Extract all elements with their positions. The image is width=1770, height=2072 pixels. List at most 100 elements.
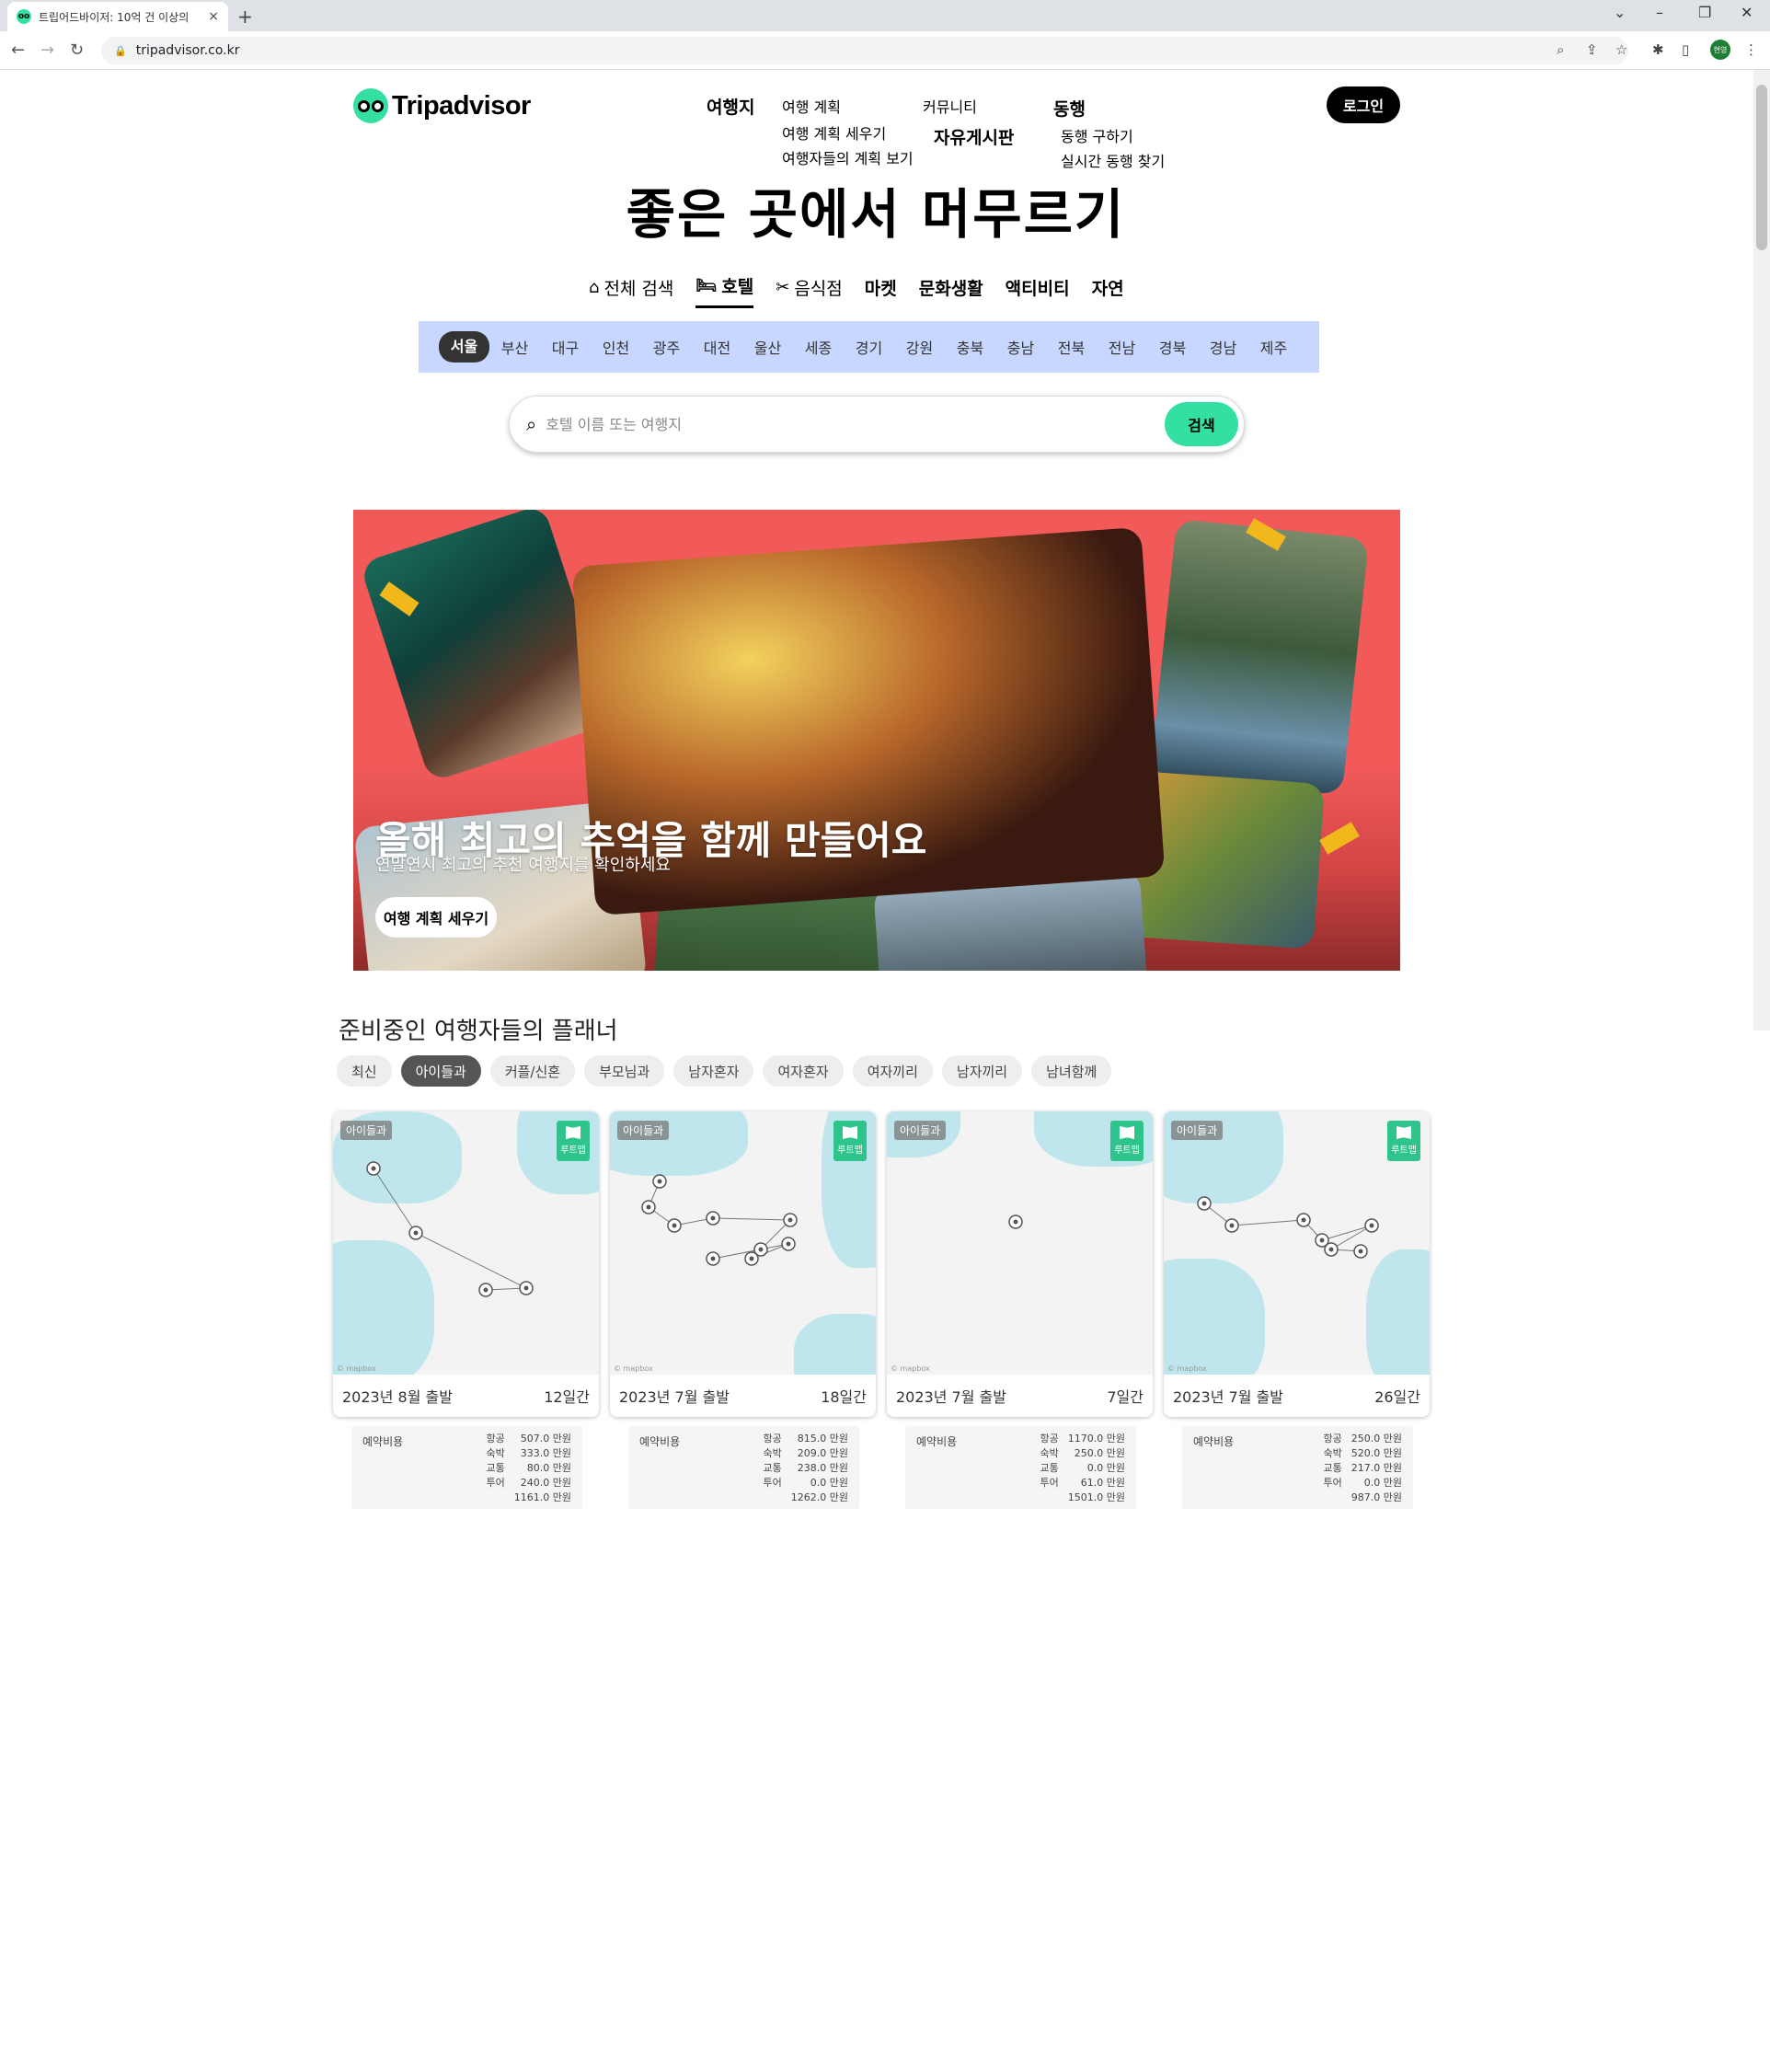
nav-community[interactable]: 커뮤니티 <box>923 95 977 117</box>
close-tab-icon[interactable]: × <box>208 9 219 24</box>
cost-category: 교통 <box>1040 1462 1059 1474</box>
cost-category: 투어 <box>1040 1477 1059 1489</box>
nav-companion[interactable]: 동행 <box>1053 96 1086 121</box>
planner-duration: 26일간 <box>1374 1388 1420 1406</box>
region-filter-bar: 서울 부산 대구 인천 광주 대전 울산 세종 경기 강원 충북 충남 전북 전… <box>419 321 1319 373</box>
restore-icon[interactable]: ❐ <box>1698 4 1711 21</box>
region-busan[interactable]: 부산 <box>489 336 540 358</box>
extensions-icon[interactable]: ✱ <box>1652 41 1664 58</box>
route-map: 아이들과 루트맵 © mapbox <box>333 1111 599 1375</box>
login-button[interactable]: 로그인 <box>1327 86 1400 123</box>
tab-restaurant[interactable]: ✂ 음식점 <box>776 273 843 308</box>
cost-category: 숙박 <box>486 1447 505 1459</box>
region-gyeongbuk[interactable]: 경북 <box>1147 336 1198 358</box>
profile-avatar[interactable]: 현영 <box>1710 40 1730 60</box>
menu-icon[interactable]: ⋮ <box>1744 41 1758 58</box>
search-input[interactable] <box>546 415 1165 433</box>
close-window-icon[interactable]: ✕ <box>1741 4 1753 21</box>
planner-filters: 최신 아이들과 커플/신혼 부모님과 남자혼자 여자혼자 여자끼리 남자끼리 남… <box>337 1055 1112 1087</box>
filter-female-solo[interactable]: 여자혼자 <box>763 1055 844 1087</box>
cost-amount: 80.0 만원 <box>526 1462 571 1474</box>
route-map-badge[interactable]: 루트맵 <box>1110 1121 1144 1161</box>
browser-tab[interactable]: oo 트립어드바이저: 10억 건 이상의 × <box>7 2 228 31</box>
tab-activity[interactable]: 액티비티 <box>1006 273 1070 308</box>
region-jeonbuk[interactable]: 전북 <box>1046 336 1097 358</box>
tab-hotel[interactable]: 🛏 호텔 <box>695 273 754 308</box>
cost-category: 항공 <box>763 1433 782 1445</box>
minimize-icon[interactable]: – <box>1656 4 1663 21</box>
cost-total: 1161.0 만원 <box>513 1491 571 1503</box>
region-seoul[interactable]: 서울 <box>439 331 489 363</box>
nav-plan-view[interactable]: 여행자들의 계획 보기 <box>782 146 914 168</box>
search-button[interactable]: 검색 <box>1165 402 1238 446</box>
share-icon[interactable]: ⇪ <box>1586 41 1598 58</box>
tripadvisor-logo[interactable]: Tripadvisor <box>353 88 531 123</box>
cost-label: 예약비용 <box>639 1435 681 1448</box>
region-gyeonggi[interactable]: 경기 <box>844 336 894 358</box>
region-sejong[interactable]: 세종 <box>793 336 844 358</box>
region-chungnam[interactable]: 충남 <box>995 336 1046 358</box>
planner-card[interactable]: 아이들과 루트맵 © mapbox 2023년 7월 출발 18일간 예약비용 … <box>610 1111 876 1509</box>
cost-amount: 250.0 만원 <box>1074 1447 1125 1459</box>
reload-icon[interactable]: ↻ <box>70 40 84 60</box>
nav-companion-live[interactable]: 실시간 동행 찾기 <box>1061 149 1165 171</box>
filter-couple[interactable]: 커플/신혼 <box>489 1055 576 1087</box>
banner-photo-fjord <box>1149 518 1370 796</box>
planner-card[interactable]: 아이들과 루트맵 © mapbox 2023년 7월 출발 26일간 예약비용 … <box>1164 1111 1430 1509</box>
bed-icon: 🛏 <box>695 276 718 295</box>
map-book-icon <box>843 1126 857 1139</box>
region-incheon[interactable]: 인천 <box>591 336 641 358</box>
cost-amount: 238.0 만원 <box>797 1462 848 1474</box>
planner-tag: 아이들과 <box>1171 1121 1224 1140</box>
nav-plan-make[interactable]: 여행 계획 세우기 <box>782 121 886 144</box>
region-chungbuk[interactable]: 충북 <box>945 336 995 358</box>
back-icon[interactable]: ← <box>11 40 25 60</box>
nav-board[interactable]: 자유게시판 <box>934 124 1014 149</box>
scrollbar-thumb[interactable] <box>1756 85 1767 250</box>
tab-market[interactable]: 마켓 <box>865 273 897 308</box>
tab-nature[interactable]: 자연 <box>1092 273 1124 308</box>
zoom-icon[interactable]: ⌕ <box>1557 41 1564 58</box>
filter-with-kids[interactable]: 아이들과 <box>400 1055 481 1087</box>
nav-companion-find[interactable]: 동행 구하기 <box>1061 124 1133 146</box>
nav-destinations[interactable]: 여행지 <box>707 94 754 119</box>
cost-category: 교통 <box>1323 1462 1342 1474</box>
nav-plan[interactable]: 여행 계획 <box>782 95 841 117</box>
route-map-badge[interactable]: 루트맵 <box>557 1121 590 1161</box>
region-daejeon[interactable]: 대전 <box>692 336 742 358</box>
map-book-icon <box>566 1126 580 1139</box>
filter-mixed-group[interactable]: 남녀함께 <box>1031 1055 1112 1087</box>
plan-trip-button[interactable]: 여행 계획 세우기 <box>375 897 497 938</box>
cost-category: 숙박 <box>763 1447 782 1459</box>
region-jeonnam[interactable]: 전남 <box>1097 336 1147 358</box>
region-gwangju[interactable]: 광주 <box>641 336 692 358</box>
tab-search-icon[interactable]: ⌄ <box>1614 4 1626 21</box>
promo-banner[interactable]: 올해 최고의 추억을 함께 만들어요 연말연시 최고의 추천 여행지를 확인하세… <box>353 510 1400 971</box>
search-bar: ⌕ 검색 <box>509 396 1245 453</box>
map-attribution: © mapbox <box>614 1364 653 1373</box>
tab-culture[interactable]: 문화생활 <box>919 273 983 308</box>
region-daegu[interactable]: 대구 <box>540 336 591 358</box>
tab-all-search[interactable]: ⌂ 전체 검색 <box>589 273 673 308</box>
region-gangwon[interactable]: 강원 <box>894 336 945 358</box>
planner-card[interactable]: 아이들과 루트맵 © mapbox 2023년 7월 출발 7일간 예약비용 항… <box>887 1111 1153 1509</box>
cost-row: 숙박 333.0 만원 <box>487 1446 571 1461</box>
filter-with-parents[interactable]: 부모님과 <box>584 1055 665 1087</box>
forward-icon[interactable]: → <box>40 40 54 60</box>
region-ulsan[interactable]: 울산 <box>742 336 793 358</box>
side-panel-icon[interactable]: ▯ <box>1682 41 1689 58</box>
filter-latest[interactable]: 최신 <box>337 1055 392 1087</box>
planner-card[interactable]: 아이들과 루트맵 © mapbox 2023년 8월 출발 12일간 예약비용 … <box>333 1111 599 1509</box>
new-tab-button[interactable]: + <box>237 6 253 28</box>
filter-men-group[interactable]: 남자끼리 <box>941 1055 1023 1087</box>
route-map-badge[interactable]: 루트맵 <box>833 1121 867 1161</box>
route-map-badge[interactable]: 루트맵 <box>1387 1121 1420 1161</box>
filter-male-solo[interactable]: 남자혼자 <box>673 1055 754 1087</box>
cost-row: 투어 61.0 만원 <box>1040 1476 1125 1491</box>
filter-women-group[interactable]: 여자끼리 <box>852 1055 933 1087</box>
region-gyeongnam[interactable]: 경남 <box>1198 336 1248 358</box>
address-bar[interactable]: 🔒 tripadvisor.co.kr <box>101 37 1628 64</box>
cost-total: 987.0 만원 <box>1350 1491 1402 1503</box>
region-jeju[interactable]: 제주 <box>1248 336 1299 358</box>
bookmark-star-icon[interactable]: ☆ <box>1615 41 1627 58</box>
